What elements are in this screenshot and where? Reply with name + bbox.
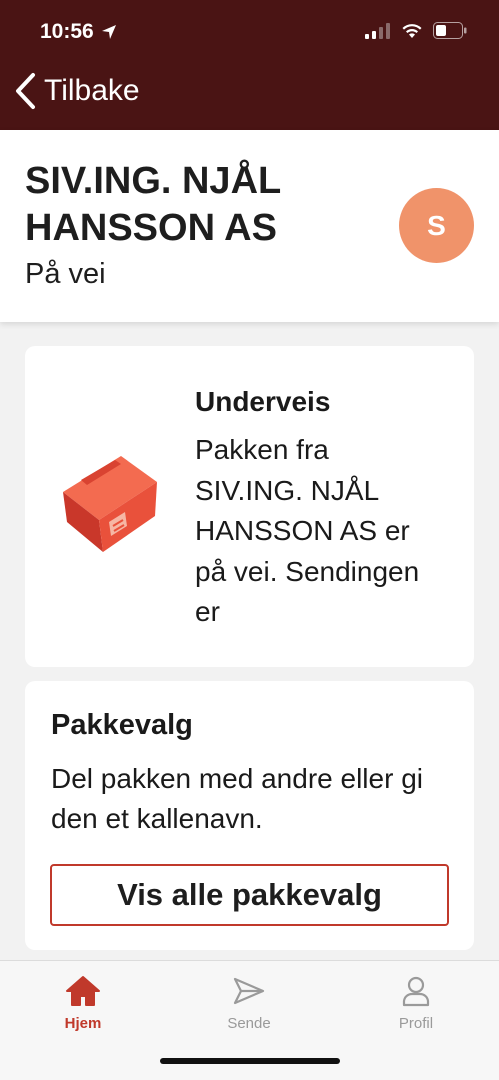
home-icon: [66, 976, 100, 1006]
tab-profile[interactable]: Profil: [356, 975, 476, 1032]
tab-profile-label: Profil: [398, 1015, 434, 1032]
back-button[interactable]: Tilbake: [14, 72, 140, 110]
tab-send[interactable]: Sende: [189, 975, 309, 1032]
profile-icon: [402, 976, 430, 1007]
back-label: Tilbake: [44, 74, 140, 107]
shipment-status: På vei: [25, 258, 106, 290]
tab-send-label: Sende: [227, 1015, 271, 1032]
tracking-title: Underveis: [195, 386, 331, 417]
battery-icon: [433, 22, 467, 39]
sender-header: SIV.ING. NJÅL HANSSON AS På vei S: [0, 130, 499, 322]
location-arrow-icon: [101, 25, 116, 39]
send-icon: [233, 977, 265, 1005]
package-icon: [63, 456, 157, 552]
tracking-description: Pakken fra SIV.ING. NJÅL HANSSON AS er p…: [195, 434, 420, 627]
tab-home-label: Hjem: [64, 1015, 102, 1032]
status-time-text: 10:56: [40, 20, 94, 43]
package-options-title: Pakkevalg: [51, 709, 193, 741]
home-indicator: [160, 1058, 340, 1064]
show-all-options-button[interactable]: Vis alle pakkevalg: [50, 864, 449, 926]
status-icons: [365, 22, 467, 39]
chevron-left-icon: [16, 73, 35, 109]
status-bar-time: 10:56: [40, 20, 118, 44]
avatar-initial: S: [427, 209, 446, 241]
tab-home[interactable]: Hjem: [23, 975, 143, 1032]
package-options-description: Del pakken med andre eller gi den et kal…: [51, 763, 423, 834]
wifi-icon: [402, 23, 422, 38]
tracking-card: Underveis Pakken fra SIV.ING. NJÅL HANSS…: [25, 346, 474, 667]
avatar: S: [399, 188, 474, 263]
cellular-signal-icon: [365, 22, 390, 39]
sender-name: SIV.ING. NJÅL HANSSON AS: [25, 160, 281, 249]
top-bar: 10:56 Tilbake: [0, 0, 499, 130]
package-options-card: Pakkevalg Del pakken med andre eller gi …: [25, 681, 474, 950]
